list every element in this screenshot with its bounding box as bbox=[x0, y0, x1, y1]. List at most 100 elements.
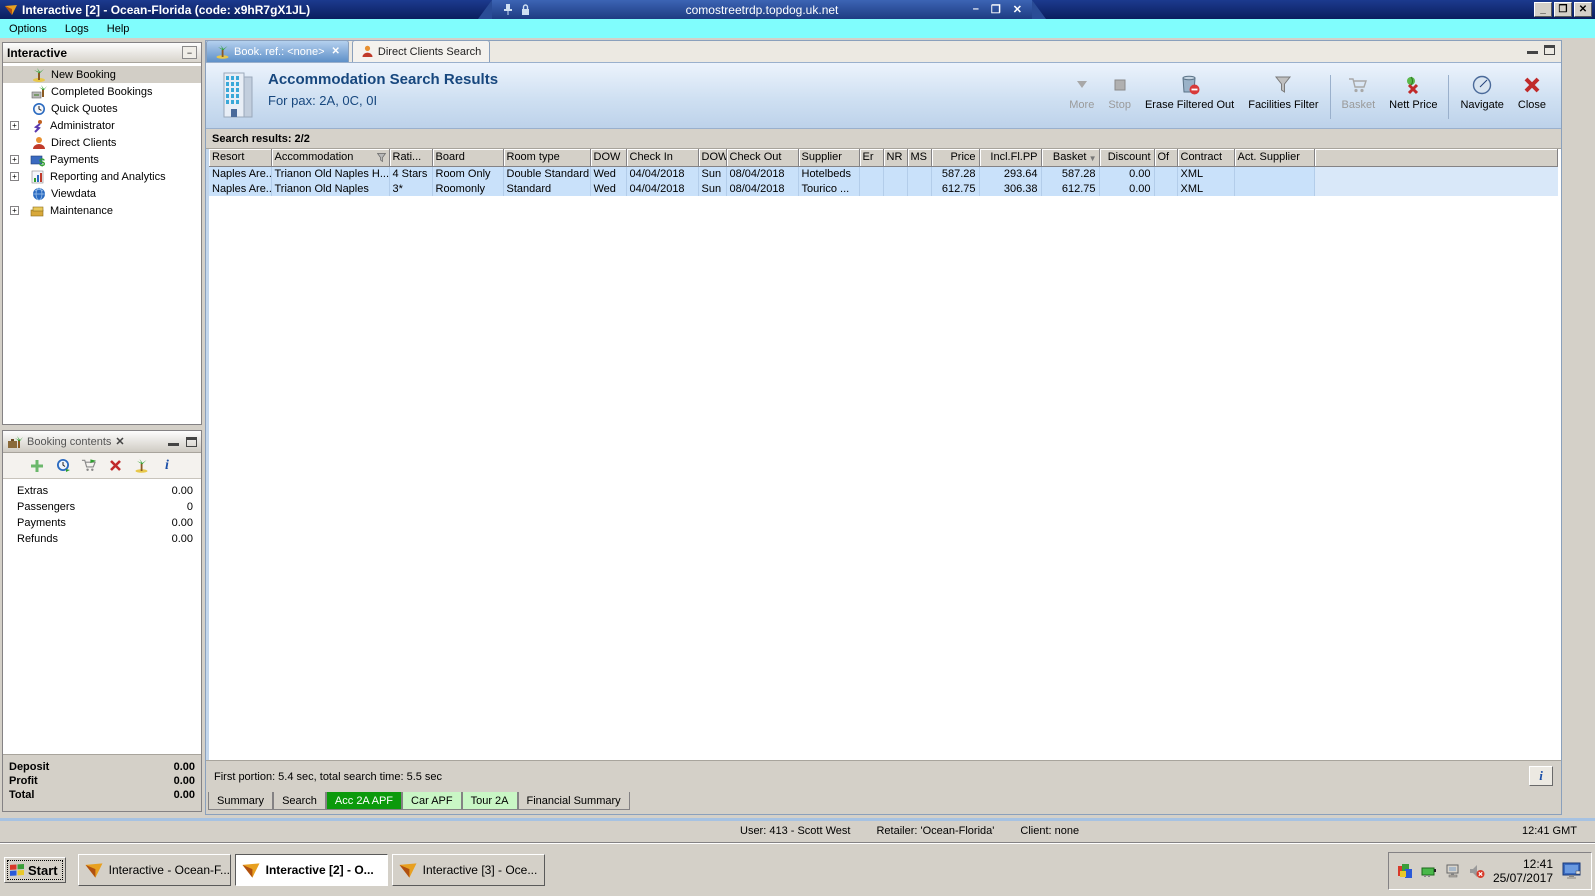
expand-icon[interactable]: + bbox=[10, 155, 19, 164]
rdp-minimize-button[interactable]: – bbox=[973, 3, 979, 16]
window-minimize-button[interactable]: _ bbox=[1534, 2, 1552, 17]
menu-logs[interactable]: Logs bbox=[56, 21, 98, 37]
col-header[interactable]: Resort bbox=[209, 149, 272, 167]
window-close-button[interactable]: ✕ bbox=[1574, 2, 1592, 17]
result-row[interactable]: Naples Are... Trianon Old Naples 3* Roomon… bbox=[209, 181, 1558, 196]
sidebar-item-maintenance[interactable]: + Maintenance bbox=[3, 202, 201, 219]
expand-icon[interactable]: + bbox=[10, 121, 19, 130]
basket-button[interactable]: Basket bbox=[1335, 71, 1383, 113]
sidebar-item-viewdata[interactable]: Viewdata bbox=[3, 185, 201, 202]
col-header[interactable]: Price bbox=[931, 149, 980, 167]
stop-button[interactable]: Stop bbox=[1101, 71, 1138, 113]
col-header[interactable]: Rati... bbox=[389, 149, 433, 167]
panel-minimize-button[interactable] bbox=[1527, 45, 1538, 54]
navigate-compass-icon bbox=[1471, 73, 1493, 97]
col-header[interactable]: Accommodation bbox=[271, 149, 390, 167]
list-item[interactable]: Refunds 0.00 bbox=[9, 531, 195, 547]
tray-clock[interactable]: 12:41 25/07/2017 bbox=[1493, 857, 1553, 885]
col-header[interactable]: DOW bbox=[590, 149, 627, 167]
taskbar-window-button-active[interactable]: Interactive [2] - O... bbox=[234, 854, 388, 886]
panel-minimize-button[interactable] bbox=[168, 437, 179, 446]
tab-tour-2a[interactable]: Tour 2A bbox=[461, 792, 518, 810]
menu-options[interactable]: Options bbox=[0, 21, 56, 37]
result-row[interactable]: Naples Are... Trianon Old Naples H... 4 S… bbox=[209, 166, 1558, 181]
sidebar-item-completed-bookings[interactable]: Completed Bookings bbox=[3, 83, 201, 100]
antivirus-tray-icon[interactable] bbox=[1397, 863, 1413, 879]
col-header[interactable]: Check In bbox=[626, 149, 699, 167]
stop-icon bbox=[1114, 73, 1126, 97]
show-desktop-tray-icon[interactable] bbox=[1561, 861, 1583, 881]
lock-icon bbox=[522, 4, 529, 15]
col-header[interactable]: Er bbox=[859, 149, 884, 167]
erase-filtered-out-button[interactable]: Erase Filtered Out bbox=[1138, 71, 1241, 113]
col-header[interactable]: DOW bbox=[698, 149, 727, 167]
computer-tray-icon[interactable] bbox=[1445, 863, 1461, 879]
booking-contents-tab[interactable]: Booking contents ✕ bbox=[7, 435, 125, 449]
col-header[interactable]: Room type bbox=[503, 149, 591, 167]
expand-icon[interactable]: + bbox=[10, 206, 19, 215]
start-button[interactable]: Start bbox=[4, 857, 66, 883]
rdp-restore-button[interactable]: ❐ bbox=[991, 3, 1001, 16]
panel-maximize-button[interactable] bbox=[186, 436, 197, 447]
sidebar-item-payments[interactable]: + $ Payments bbox=[3, 151, 201, 168]
list-item[interactable]: Payments 0.00 bbox=[9, 515, 195, 531]
navigate-button[interactable]: Navigate bbox=[1453, 71, 1510, 113]
tab-financial-summary[interactable]: Financial Summary bbox=[517, 792, 630, 810]
add-item-icon[interactable] bbox=[29, 458, 45, 474]
rdp-close-button[interactable]: ✕ bbox=[1013, 3, 1022, 16]
taskbar-window-button[interactable]: Interactive - Ocean-F... bbox=[77, 854, 231, 886]
tab-direct-clients-search[interactable]: Direct Clients Search bbox=[351, 40, 491, 62]
filter-funnel-icon bbox=[1274, 73, 1292, 97]
facilities-filter-button[interactable]: Facilities Filter bbox=[1241, 71, 1325, 113]
filter-funnel-icon[interactable] bbox=[376, 153, 386, 162]
expand-icon[interactable]: + bbox=[10, 172, 19, 181]
app-logo-icon bbox=[399, 862, 417, 878]
sidebar-item-administrator[interactable]: + Administrator bbox=[3, 117, 201, 134]
results-toolbar: More Stop Erase Filtered Out Facilities … bbox=[1062, 71, 1553, 123]
sidebar-item-reporting[interactable]: + Reporting and Analytics bbox=[3, 168, 201, 185]
info-button[interactable]: i bbox=[1529, 766, 1553, 786]
close-icon[interactable]: ✕ bbox=[332, 46, 340, 57]
list-item[interactable]: Passengers 0 bbox=[9, 499, 195, 515]
col-header[interactable]: Supplier bbox=[798, 149, 860, 167]
pin-icon[interactable] bbox=[502, 3, 514, 16]
tab-summary[interactable]: Summary bbox=[208, 792, 274, 810]
col-header[interactable]: Contract bbox=[1177, 149, 1235, 167]
delete-icon[interactable] bbox=[107, 458, 123, 474]
close-results-button[interactable]: Close bbox=[1511, 71, 1553, 113]
col-header[interactable]: Board bbox=[432, 149, 504, 167]
more-button[interactable]: More bbox=[1062, 71, 1101, 113]
sidebar-item-direct-clients[interactable]: Direct Clients bbox=[3, 134, 201, 151]
sidebar-item-quick-quotes[interactable]: Quick Quotes bbox=[3, 100, 201, 117]
taskbar-window-button[interactable]: Interactive [3] - Oce... bbox=[391, 854, 545, 886]
new-booking-icon[interactable] bbox=[133, 458, 149, 474]
panel-maximize-button[interactable] bbox=[1544, 45, 1555, 55]
sidebar-item-new-booking[interactable]: New Booking bbox=[3, 66, 201, 83]
tab-search[interactable]: Search bbox=[273, 792, 326, 810]
col-header[interactable]: Act. Supplier bbox=[1234, 149, 1315, 167]
muted-speaker-tray-icon[interactable] bbox=[1469, 863, 1485, 879]
move-to-basket-icon[interactable] bbox=[81, 458, 97, 474]
col-header[interactable]: NR bbox=[883, 149, 908, 167]
tab-acc-2a-apf[interactable]: Acc 2A APF bbox=[325, 792, 403, 810]
col-header[interactable]: MS bbox=[907, 149, 932, 167]
nett-price-button[interactable]: Nett Price bbox=[1382, 71, 1444, 113]
col-header[interactable]: Discount bbox=[1099, 149, 1155, 167]
close-icon[interactable]: ✕ bbox=[115, 435, 124, 448]
window-restore-button[interactable]: ❐ bbox=[1554, 2, 1572, 17]
list-item[interactable]: Extras 0.00 bbox=[9, 483, 195, 499]
tab-car-apf[interactable]: Car APF bbox=[402, 792, 462, 810]
info-icon[interactable]: i bbox=[159, 458, 175, 474]
menu-help[interactable]: Help bbox=[98, 21, 139, 37]
network-tray-icon[interactable] bbox=[1421, 863, 1437, 879]
col-header[interactable]: Incl.Fl.PP bbox=[979, 149, 1042, 167]
col-header[interactable]: Check Out bbox=[726, 149, 799, 167]
status-time: 12:41 GMT bbox=[1521, 824, 1577, 837]
payments-icon: $ bbox=[30, 155, 45, 167]
quick-quote-icon[interactable] bbox=[55, 458, 71, 474]
tab-booking-ref[interactable]: Book. ref.: <none> ✕ bbox=[206, 40, 349, 62]
col-header[interactable]: Of bbox=[1154, 149, 1178, 167]
panel-collapse-button[interactable]: − bbox=[182, 46, 197, 59]
col-header[interactable]: Basket ▼ bbox=[1041, 149, 1100, 167]
page-title: Accommodation Search Results bbox=[268, 71, 499, 88]
